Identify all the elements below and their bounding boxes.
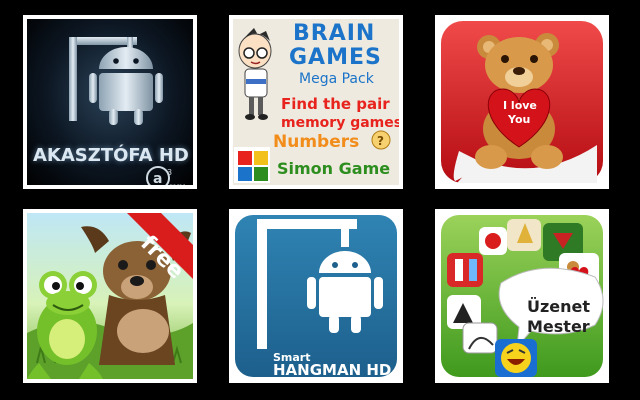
brain-feature-2: Numbers [273, 132, 360, 152]
uzenet-title-line1: Üzenet [527, 297, 591, 316]
app-tile-brain-games[interactable]: ? BRAIN GAMES Mega Pack Find the pair me… [229, 15, 403, 189]
app-tile-i-love-you[interactable]: I love You [435, 15, 609, 189]
android-hangman-icon [235, 215, 397, 377]
a3-games-logo: a 3 games [146, 166, 185, 189]
brain-feature-1b: memory games [281, 115, 403, 131]
hangman-title: HANGMAN HD [273, 361, 392, 379]
app-tile-smart-hangman-hd[interactable]: Smart HANGMAN HD [229, 209, 403, 383]
app-tile-akasztofa-hd[interactable]: AKASZTÓFA HD a 3 games [23, 15, 197, 189]
app-tile-frog-dog[interactable]: free [23, 209, 197, 383]
heart-text-line1: I love [503, 99, 537, 112]
brain-title-line1: BRAIN [293, 21, 376, 46]
uzenet-heart-line1: I love [563, 275, 582, 282]
heart-text-line2: You [508, 113, 531, 126]
brain-feature-1: Find the pair [281, 95, 390, 113]
frog-and-dog-icon [27, 213, 193, 379]
brain-title-line2: GAMES [289, 45, 382, 70]
uzenet-title-line2: Mester [527, 317, 590, 336]
message-collage-icon [441, 215, 604, 377]
app-title: AKASZTÓFA HD [33, 145, 189, 166]
uzenet-heart-line2: You [565, 282, 578, 289]
brain-subtitle: Mega Pack [299, 71, 374, 87]
brand-letter: a [153, 171, 162, 187]
brand-superscript: 3 [167, 168, 172, 177]
brand-word: games [169, 183, 185, 189]
brain-feature-3: Simon Game [277, 159, 391, 178]
app-tile-uzenet-mester[interactable]: Üzenet Mester I love You [435, 209, 609, 383]
svg-text:?: ? [377, 134, 384, 148]
